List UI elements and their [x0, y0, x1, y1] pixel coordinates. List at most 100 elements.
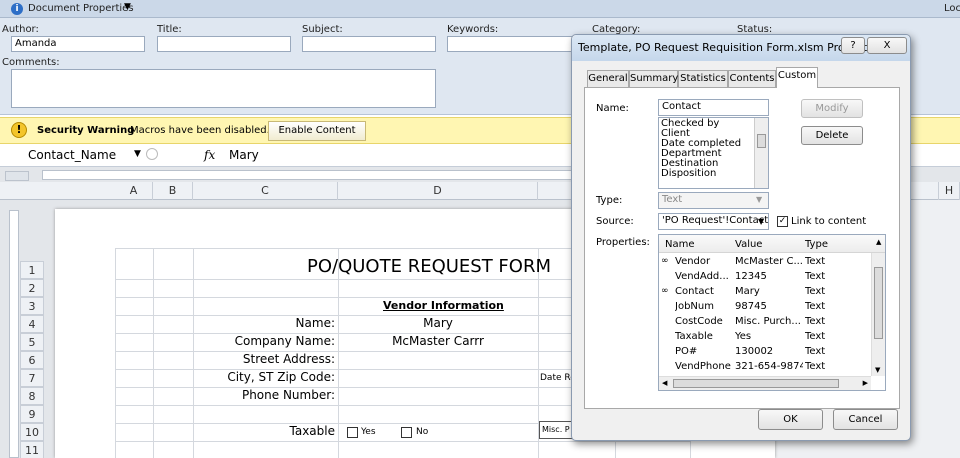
property-row[interactable]: VendPhone 321-654-9874 Text [659, 360, 874, 375]
dialog-close-button[interactable]: X [867, 37, 907, 54]
tab-contents[interactable]: Contents [728, 70, 776, 88]
properties-list-header: Name Value Type ▲ [659, 235, 885, 253]
column-header-a[interactable]: A [115, 182, 153, 200]
property-type: Text [805, 256, 826, 267]
name-list[interactable]: Checked by Client Date completed Departm… [658, 117, 769, 189]
property-row[interactable]: VendAdd... 12345 Text [659, 270, 874, 285]
row-header-11[interactable]: 11 [20, 441, 44, 458]
taxable-yes-checkbox[interactable] [347, 427, 358, 438]
property-type: Text [805, 331, 826, 342]
taxable-yes-label: Yes [361, 427, 376, 437]
title-field[interactable] [157, 36, 291, 52]
property-value: Misc. Purch... [735, 316, 801, 327]
row-header-2[interactable]: 2 [20, 279, 44, 297]
col-type-header[interactable]: Type [805, 239, 828, 250]
keywords-field[interactable] [447, 36, 577, 52]
warning-icon: ! [11, 122, 27, 138]
enable-content-button[interactable]: Enable Content [268, 121, 366, 141]
column-header-c[interactable]: C [193, 182, 338, 200]
source-label: Source: [596, 216, 634, 227]
link-to-content-checkbox[interactable]: ✓ [777, 216, 788, 227]
info-icon: i [11, 3, 23, 15]
col-value-header[interactable]: Value [735, 239, 762, 250]
name-list-scrollbar[interactable] [754, 118, 768, 188]
name-box[interactable]: Contact_Name [28, 148, 116, 162]
row-header-3[interactable]: 3 [20, 297, 44, 315]
link-icon: ∞ [661, 286, 669, 296]
modify-button[interactable]: Modify [801, 99, 863, 118]
property-type: Text [805, 316, 826, 327]
formula-value[interactable]: Mary [229, 148, 259, 162]
property-value: 321-654-9874 [735, 361, 803, 372]
tab-summary[interactable]: Summary [629, 70, 678, 88]
keywords-label: Keywords: [447, 24, 499, 35]
property-row[interactable]: JobNum 98745 Text [659, 300, 874, 315]
properties-list[interactable]: Name Value Type ▲ ∞ Vendor McMaster C... Te… [658, 234, 886, 391]
properties-rows: ∞ Vendor McMaster C... Text VendAdd... 12345 T… [659, 255, 871, 373]
subject-field[interactable] [302, 36, 436, 52]
property-name: Contact [675, 286, 714, 297]
author-field[interactable]: Amanda [11, 36, 145, 52]
property-row[interactable]: Taxable Yes Text [659, 330, 874, 345]
row-header-6[interactable]: 6 [20, 351, 44, 369]
properties-horizontal-scrollbar[interactable]: ◀ ▶ [659, 376, 871, 390]
property-type: Text [805, 346, 826, 357]
fx-icon[interactable]: fx [204, 148, 215, 162]
name-label: Name: [596, 103, 629, 114]
name-value-cell[interactable]: Mary [338, 316, 538, 330]
column-header-b[interactable]: B [153, 182, 193, 200]
source-dropdown-icon[interactable]: ▼ [758, 217, 764, 226]
select-all-corner[interactable] [5, 171, 29, 181]
ok-button[interactable]: OK [758, 409, 823, 430]
scroll-up-icon[interactable]: ▲ [876, 238, 881, 246]
help-button[interactable]: ? [841, 37, 865, 54]
row-header-4[interactable]: 4 [20, 315, 44, 333]
name-label: Name: [295, 316, 335, 330]
property-name: VendAdd... [675, 271, 729, 282]
property-value: 130002 [735, 346, 774, 357]
column-header-d[interactable]: D [338, 182, 538, 200]
comments-field[interactable] [11, 69, 436, 108]
security-warning-message: Macros have been disabled. [130, 125, 270, 136]
row-header-7[interactable]: 7 [20, 369, 44, 387]
company-value-cell[interactable]: McMaster Carrr [338, 334, 538, 348]
dropdown-arrow-icon[interactable]: ▼ [124, 2, 131, 12]
row-header-1[interactable]: 1 [20, 261, 44, 279]
document-properties-label[interactable]: Document Properties [28, 3, 134, 14]
row-header-8[interactable]: 8 [20, 387, 44, 405]
dialog-title: Template, PO Request Requisition Form.xl… [578, 41, 881, 54]
tab-general[interactable]: General [587, 70, 629, 88]
link-to-content-label: Link to content [791, 216, 867, 227]
vertical-ruler [9, 210, 19, 458]
form-title: PO/QUOTE REQUEST FORM [307, 256, 551, 277]
row-header-10[interactable]: 10 [20, 423, 44, 441]
column-header-h[interactable]: H [938, 182, 960, 200]
name-box-dropdown-icon[interactable]: ▼ [134, 149, 141, 159]
name-input[interactable]: Contact [658, 99, 769, 116]
tab-statistics[interactable]: Statistics [678, 70, 728, 88]
tab-custom[interactable]: Custom [776, 67, 818, 88]
name-list-item[interactable]: Disposition [661, 169, 751, 179]
property-name: JobNum [675, 301, 714, 312]
taxable-no-checkbox[interactable] [401, 427, 412, 438]
property-row[interactable]: PO# 130002 Text [659, 345, 874, 360]
row-header-5[interactable]: 5 [20, 333, 44, 351]
delete-button[interactable]: Delete [801, 126, 863, 145]
link-icon: ∞ [661, 256, 669, 266]
property-name: CostCode [675, 316, 723, 327]
property-row[interactable]: CostCode Misc. Purch... Text [659, 315, 874, 330]
properties-vertical-scrollbar[interactable]: ▼ [871, 253, 885, 376]
property-value: McMaster C... [735, 256, 803, 267]
type-select[interactable]: Text [658, 192, 769, 209]
type-dropdown-icon[interactable]: ▼ [756, 195, 762, 204]
cancel-button[interactable]: Cancel [833, 409, 898, 430]
property-row[interactable]: ∞ Contact Mary Text [659, 285, 874, 300]
properties-label: Properties: [596, 237, 650, 248]
property-row[interactable]: ∞ Vendor McMaster C... Text [659, 255, 874, 270]
property-name: Vendor [675, 256, 711, 267]
row-header-9[interactable]: 9 [20, 405, 44, 423]
document-properties-header[interactable]: i Document Properties ▼ Loc [0, 0, 960, 18]
col-name-header[interactable]: Name [665, 239, 695, 250]
vendor-information-header: Vendor Information [383, 299, 504, 312]
source-select[interactable]: 'PO Request'!Contact [658, 213, 769, 230]
